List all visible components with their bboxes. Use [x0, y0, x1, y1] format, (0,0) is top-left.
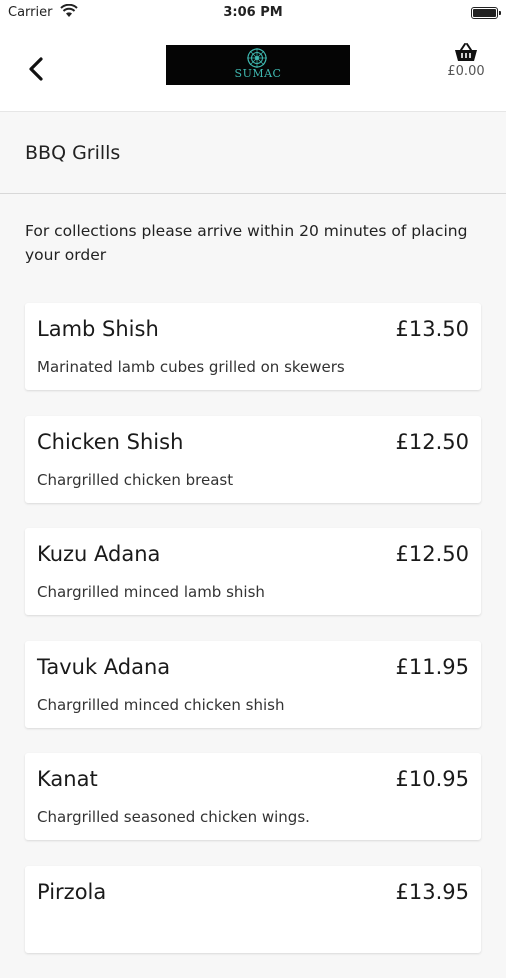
- back-button[interactable]: [22, 52, 52, 86]
- menu-item-tavuk-adana[interactable]: Tavuk Adana £11.95 Chargrilled minced ch…: [25, 640, 481, 728]
- basket-icon: [455, 43, 477, 61]
- status-bar: Carrier 3:06 PM: [0, 0, 506, 26]
- item-name: Kanat: [37, 767, 98, 791]
- category-title: BBQ Grills: [25, 142, 121, 164]
- item-description: Chargrilled minced chicken shish: [37, 695, 285, 714]
- item-description: Chargrilled seasoned chicken wings.: [37, 808, 310, 826]
- item-description: Marinated lamb cubes grilled on skewers: [37, 358, 345, 376]
- menu-item-pirzola[interactable]: Pirzola £13.95: [25, 865, 481, 953]
- collection-notice: For collections please arrive within 20 …: [25, 222, 468, 264]
- clock: 3:06 PM: [223, 5, 283, 20]
- menu-list: Lamb Shish £13.50 Marinated lamb cubes g…: [25, 303, 481, 978]
- item-description: Chargrilled chicken breast: [37, 470, 234, 489]
- battery-icon: [471, 7, 501, 19]
- item-price: £12.50: [395, 429, 469, 454]
- chevron-left-icon: [29, 57, 43, 81]
- item-price: £12.50: [395, 542, 469, 566]
- item-description: Chargrilled minced lamb shish: [37, 583, 265, 601]
- item-name: Chicken Shish: [37, 429, 184, 454]
- basket-button[interactable]: £0.00: [442, 42, 490, 79]
- menu-item-lamb-shish[interactable]: Lamb Shish £13.50 Marinated lamb cubes g…: [25, 303, 481, 390]
- mandala-icon: [247, 48, 267, 68]
- item-name: Kuzu Adana: [37, 542, 161, 566]
- menu-item-kanat[interactable]: Kanat £10.95 Chargrilled seasoned chicke…: [25, 753, 481, 840]
- item-name: Tavuk Adana: [37, 654, 171, 679]
- menu-item-chicken-shish[interactable]: Chicken Shish £12.50 Chargrilled chicken…: [25, 415, 481, 503]
- item-price: £10.95: [395, 767, 469, 791]
- logo-wordmark: SUMAC: [234, 67, 282, 80]
- nav-bar: SUMAC £0.00: [0, 26, 506, 112]
- menu-item-kuzu-adana[interactable]: Kuzu Adana £12.50 Chargrilled minced lam…: [25, 528, 481, 615]
- item-name: Lamb Shish: [37, 317, 159, 341]
- item-price: £13.50: [395, 317, 469, 341]
- restaurant-logo: SUMAC: [166, 45, 350, 85]
- category-header: BBQ Grills: [0, 112, 506, 194]
- basket-total: £0.00: [447, 64, 485, 79]
- item-price: £11.95: [395, 654, 469, 679]
